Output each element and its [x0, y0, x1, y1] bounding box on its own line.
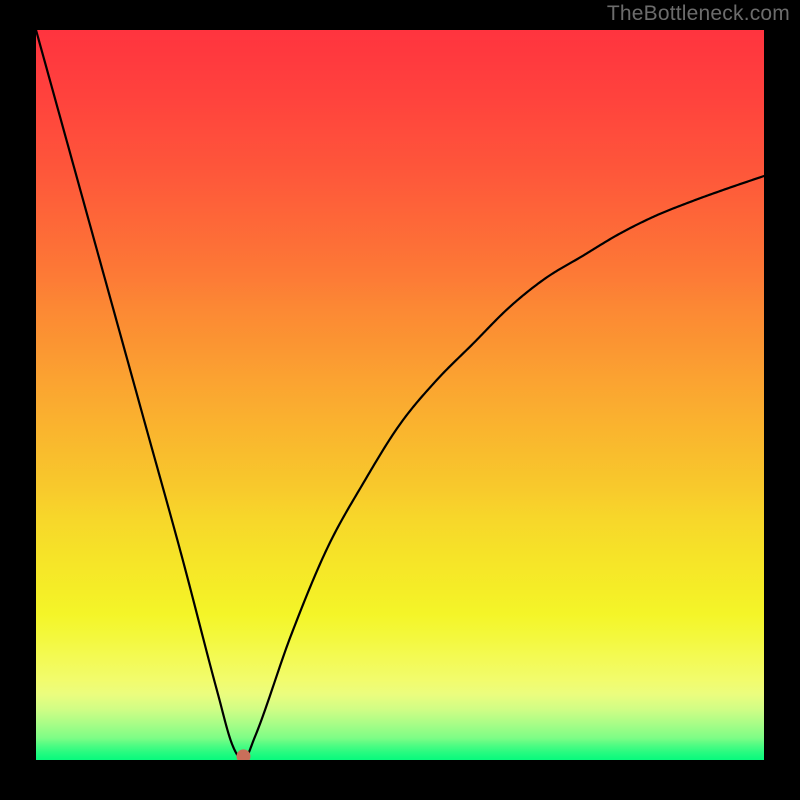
chart-svg [36, 30, 764, 760]
gradient-background [36, 30, 764, 760]
attribution-text: TheBottleneck.com [607, 2, 790, 26]
plot-area [36, 30, 764, 760]
chart-container: TheBottleneck.com [0, 0, 800, 800]
